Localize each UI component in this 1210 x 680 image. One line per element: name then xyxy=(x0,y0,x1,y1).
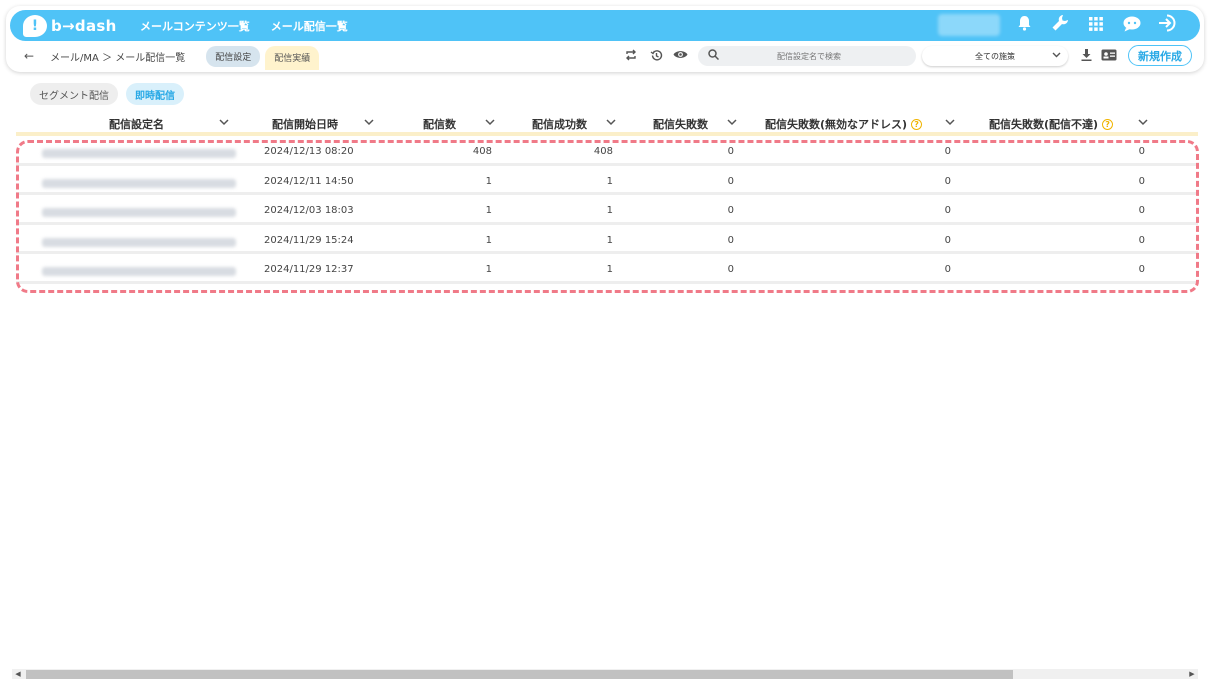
download-icon[interactable] xyxy=(1076,49,1096,64)
scrollbar-thumb[interactable] xyxy=(26,670,1013,679)
user-info-redacted[interactable] xyxy=(938,14,1000,36)
nav-mail-contents[interactable]: メールコンテンツ一覧 xyxy=(140,18,250,34)
cell-fail-undelivered: 0 xyxy=(1138,234,1145,246)
column-header-sent-count[interactable]: 配信数 xyxy=(423,116,456,132)
column-header-success-count[interactable]: 配信成功数 xyxy=(532,116,587,132)
help-icon[interactable]: ? xyxy=(911,119,923,130)
search-box[interactable] xyxy=(698,46,916,66)
delivery-results-table: 配信設定名 配信開始日時 配信数 配信成功数 配信失敗数 配信失敗数(無効なアド… xyxy=(16,110,1198,284)
chevron-down-icon xyxy=(1052,51,1061,61)
horizontal-scrollbar[interactable]: ◀ ▶ xyxy=(12,669,1198,679)
column-header-fail-undelivered[interactable]: 配信失敗数(配信不達)? xyxy=(989,116,1114,132)
cell-sent-count: 1 xyxy=(485,264,492,276)
nav-mail-delivery[interactable]: メール配信一覧 xyxy=(271,18,348,34)
column-header-fail-invalid-label: 配信失敗数(無効なアドレス) xyxy=(765,118,908,131)
back-arrow-icon[interactable]: ← xyxy=(24,49,34,63)
cell-sent-count: 1 xyxy=(485,175,492,187)
tab-delivery-results[interactable]: 配信実績 xyxy=(265,45,320,70)
logout-icon[interactable] xyxy=(1158,14,1178,37)
cell-fail-count: 0 xyxy=(727,175,734,187)
cell-fail-count: 0 xyxy=(727,264,734,276)
scroll-right-icon[interactable]: ▶ xyxy=(1186,669,1198,679)
sub-toolbar: ← メール/MA ＞ メール配信一覧 配信設定 配信実績 全ての施策 新規作成 xyxy=(10,43,1200,70)
top-nav: メールコンテンツ一覧 メール配信一覧 xyxy=(140,18,369,34)
scroll-left-icon[interactable]: ◀ xyxy=(12,669,24,679)
column-header-setting-name[interactable]: 配信設定名 xyxy=(109,116,164,132)
cell-success-count: 408 xyxy=(593,146,613,157)
cell-fail-undelivered: 0 xyxy=(1138,264,1145,276)
column-header-start-datetime[interactable]: 配信開始日時 xyxy=(272,116,338,132)
setting-name-redacted[interactable] xyxy=(42,178,236,188)
chevron-down-icon[interactable] xyxy=(1138,116,1148,129)
chevron-down-icon[interactable] xyxy=(945,116,955,129)
new-create-button[interactable]: 新規作成 xyxy=(1128,45,1192,66)
cell-fail-count: 0 xyxy=(727,234,734,246)
search-input[interactable] xyxy=(719,51,899,61)
campaign-filter-select[interactable]: 全ての施策 xyxy=(922,46,1068,66)
cell-start-datetime: 2024/11/29 12:37 xyxy=(264,264,354,276)
cell-success-count: 1 xyxy=(606,175,613,187)
cell-fail-invalid: 0 xyxy=(944,205,951,217)
table-row[interactable]: 2024/12/13 08:20 408 408 0 0 0 xyxy=(16,136,1198,166)
tab-segment-delivery[interactable]: セグメント配信 xyxy=(30,83,118,105)
eye-icon[interactable] xyxy=(670,49,690,63)
bell-icon[interactable] xyxy=(1014,15,1034,36)
id-card-icon[interactable] xyxy=(1099,49,1119,64)
help-icon[interactable]: ? xyxy=(1102,119,1114,130)
cell-fail-invalid: 0 xyxy=(944,146,951,157)
logo[interactable]: ! b→dash xyxy=(23,14,123,37)
cell-fail-undelivered: 0 xyxy=(1138,175,1145,187)
setting-name-redacted[interactable] xyxy=(42,267,236,277)
history-icon[interactable] xyxy=(646,49,666,65)
cell-success-count: 1 xyxy=(606,205,613,217)
cell-success-count: 1 xyxy=(606,234,613,246)
table-row[interactable]: 2024/11/29 15:24 1 1 0 0 0 xyxy=(16,224,1198,255)
delivery-type-tabs: セグメント配信 即時配信 xyxy=(30,83,192,105)
grid-icon[interactable] xyxy=(1086,16,1106,36)
cell-sent-count: 1 xyxy=(485,234,492,246)
cell-fail-count: 0 xyxy=(727,205,734,217)
chevron-down-icon[interactable] xyxy=(485,116,495,129)
table-row[interactable]: 2024/11/29 12:37 1 1 0 0 0 xyxy=(16,254,1198,284)
cell-fail-count: 0 xyxy=(727,146,734,157)
setting-name-redacted[interactable] xyxy=(42,237,236,247)
top-navigation-bar: ! b→dash メールコンテンツ一覧 メール配信一覧 xyxy=(10,10,1200,41)
table-row[interactable]: 2024/12/03 18:03 1 1 0 0 0 xyxy=(16,195,1198,225)
repeat-icon[interactable] xyxy=(621,49,641,64)
cell-start-datetime: 2024/12/11 14:50 xyxy=(264,175,354,187)
column-header-fail-invalid-address[interactable]: 配信失敗数(無効なアドレス)? xyxy=(765,116,923,132)
table-header: 配信設定名 配信開始日時 配信数 配信成功数 配信失敗数 配信失敗数(無効なアド… xyxy=(16,110,1198,136)
cell-fail-invalid: 0 xyxy=(944,234,951,246)
chevron-down-icon[interactable] xyxy=(606,116,616,129)
cell-sent-count: 1 xyxy=(485,205,492,217)
cell-success-count: 1 xyxy=(606,264,613,276)
cell-fail-undelivered: 0 xyxy=(1138,205,1145,217)
cell-fail-undelivered: 0 xyxy=(1138,146,1145,157)
breadcrumb[interactable]: メール/MA ＞ メール配信一覧 xyxy=(50,49,185,64)
table-row[interactable]: 2024/12/11 14:50 1 1 0 0 0 xyxy=(16,165,1198,196)
chevron-down-icon[interactable] xyxy=(364,116,374,129)
cell-start-datetime: 2024/12/03 18:03 xyxy=(264,205,354,217)
cell-start-datetime: 2024/12/13 08:20 xyxy=(264,146,354,157)
top-icons xyxy=(998,10,1178,41)
search-icon xyxy=(708,49,720,63)
chevron-down-icon[interactable] xyxy=(727,116,737,129)
cell-start-datetime: 2024/11/29 15:24 xyxy=(264,234,354,246)
setting-name-redacted[interactable] xyxy=(42,149,236,158)
campaign-filter-value: 全ての施策 xyxy=(975,51,1015,61)
tab-delivery-settings[interactable]: 配信設定 xyxy=(206,45,261,67)
cell-fail-invalid: 0 xyxy=(944,264,951,276)
chevron-down-icon[interactable] xyxy=(219,116,229,129)
setting-name-redacted[interactable] xyxy=(42,208,236,218)
chat-icon[interactable] xyxy=(1122,15,1142,37)
wrench-icon[interactable] xyxy=(1050,14,1070,37)
logo-mark-icon: ! xyxy=(23,14,47,37)
column-header-fail-undelivered-label: 配信失敗数(配信不達) xyxy=(989,118,1099,131)
cell-fail-invalid: 0 xyxy=(944,175,951,187)
logo-text: b→dash xyxy=(51,16,117,35)
cell-sent-count: 408 xyxy=(472,146,492,157)
tab-instant-delivery[interactable]: 即時配信 xyxy=(126,83,184,105)
column-header-fail-count[interactable]: 配信失敗数 xyxy=(653,116,708,132)
